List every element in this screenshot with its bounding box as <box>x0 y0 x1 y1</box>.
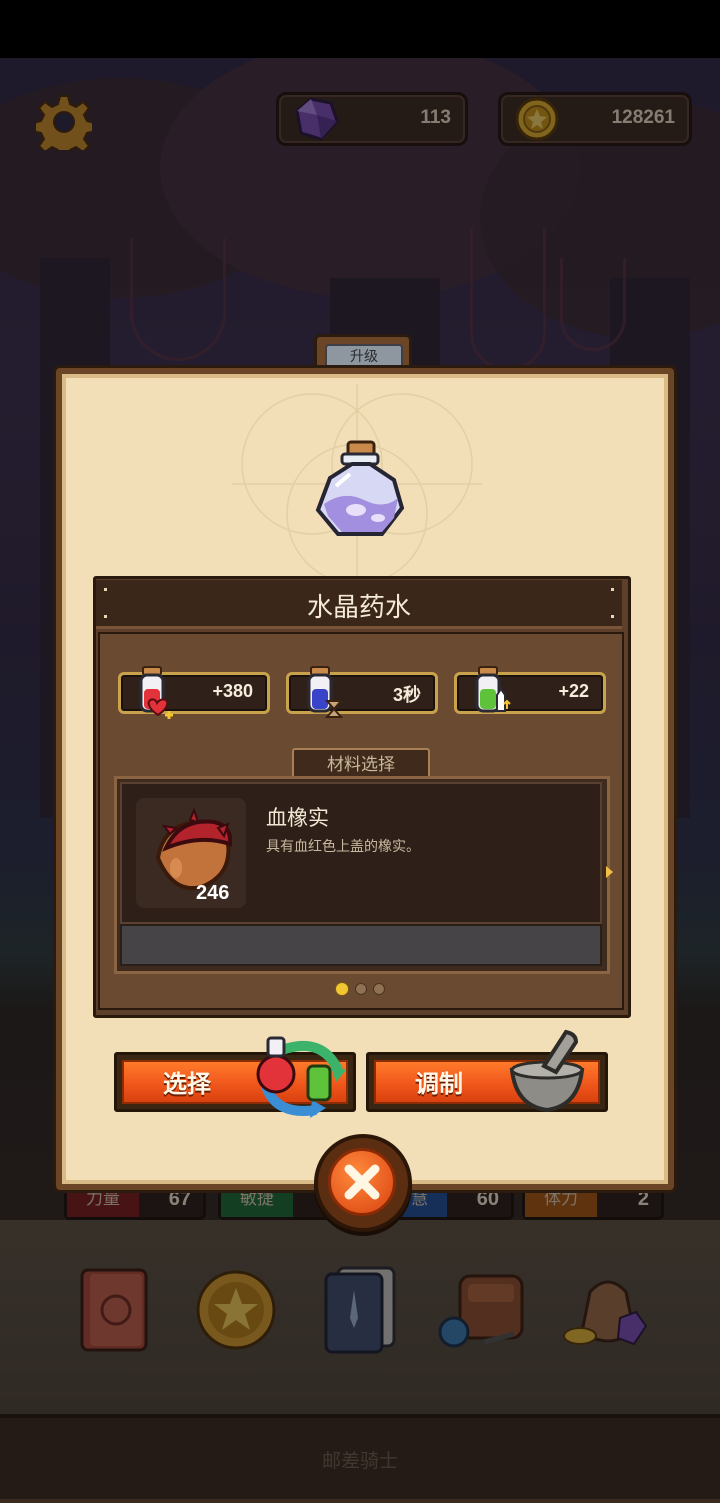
select-button-label: 选择 <box>163 1070 211 1098</box>
next-arrow-icon[interactable] <box>606 866 613 878</box>
effect-value: +22 <box>558 681 589 701</box>
page-indicator-dot[interactable] <box>335 982 349 996</box>
material-description: 具有血红色上盖的橡实。 <box>266 839 420 855</box>
effect-value: 3秒 <box>392 685 421 705</box>
effect-duration: 3秒 <box>286 666 438 718</box>
potion-name: 水晶药水 <box>306 593 411 623</box>
effect-health: +380 <box>118 666 270 719</box>
upgrade-tab-label: 升级 <box>325 344 403 370</box>
status-bar <box>0 0 720 58</box>
close-button[interactable] <box>314 1134 412 1232</box>
effect-attack: +22 <box>454 666 606 714</box>
material-count: 246 <box>196 882 230 904</box>
page-indicator-dot[interactable] <box>373 983 385 995</box>
attack-potion-icon <box>475 666 511 713</box>
swap-potions-icon <box>256 1036 346 1118</box>
close-icon <box>344 1164 380 1200</box>
page-indicator-dot[interactable] <box>355 983 367 995</box>
blood-acorn-icon <box>155 807 233 891</box>
time-potion-icon <box>307 666 344 718</box>
health-potion-icon <box>139 666 173 719</box>
material-image <box>136 798 246 908</box>
brew-button-label: 调制 <box>415 1070 463 1098</box>
mortar-pestle-icon <box>509 1029 585 1113</box>
crystal-potion-icon <box>315 440 405 536</box>
potion-title-bar: 水晶药水 <box>96 580 622 629</box>
material-name: 血橡实 <box>266 806 329 830</box>
material-item-empty[interactable] <box>120 924 602 966</box>
effect-value: +380 <box>212 681 253 701</box>
